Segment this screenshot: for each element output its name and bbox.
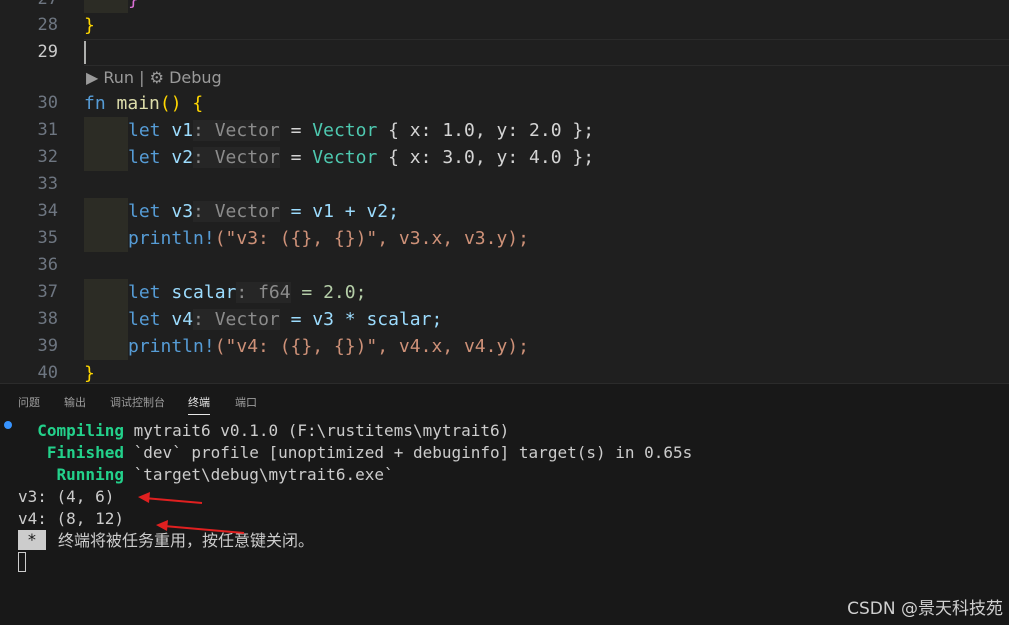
type-hint: : Vector [193, 120, 280, 141]
code-line-30: 30 fn main() { [0, 90, 1009, 117]
code-line-38: 38 let v4: Vector = v3 * scalar; [0, 306, 1009, 333]
line-number: 30 [37, 93, 58, 113]
text-cursor [84, 41, 86, 64]
code-line-33: 33 [0, 171, 1009, 198]
annotation-arrows [138, 492, 245, 534]
brace: } [128, 0, 139, 10]
code-line-39: 39 println!("v4: ({}, {})", v4.x, v4.y); [0, 333, 1009, 360]
code-line-31: 31 let v1: Vector = Vector { x: 1.0, y: … [0, 117, 1009, 144]
run-codelens[interactable]: ▶ Run [86, 68, 134, 87]
line-number: 29 [37, 42, 58, 62]
code-line-32: 32 let v2: Vector = Vector { x: 3.0, y: … [0, 144, 1009, 171]
line-number: 35 [37, 228, 58, 248]
type-hint: : Vector [193, 147, 280, 168]
bottom-panel: 问题 输出 调试控制台 终端 端口 Compiling mytrait6 v0.… [0, 383, 1009, 625]
line-number: 37 [37, 282, 58, 302]
code-line-29[interactable]: 29 [0, 39, 1009, 66]
type-hint: : Vector [193, 201, 280, 222]
line-number: 38 [37, 309, 58, 329]
code-line-35: 35 println!("v3: ({}, {})", v3.x, v3.y); [0, 225, 1009, 252]
line-number: 36 [37, 255, 58, 275]
code-line-40: 40 } [0, 360, 1009, 383]
line-number: 28 [37, 15, 58, 35]
brace: } [84, 15, 95, 36]
line-number: 40 [37, 363, 58, 383]
watermark: CSDN @景天科技苑 [847, 599, 1003, 619]
code-line-36: 36 [0, 252, 1009, 279]
terminal-cursor [18, 552, 26, 572]
type-hint: : f64 [236, 282, 291, 303]
line-number: 33 [37, 174, 58, 194]
line-number: 34 [37, 201, 58, 221]
codelens: ▶ Run | ⚙ Debug [86, 68, 222, 87]
annotation-arrow-v3 [138, 492, 203, 504]
brace: } [84, 363, 95, 383]
line-number: 32 [37, 147, 58, 167]
code-line-28: 28 } [0, 12, 1009, 39]
annotation-arrow-v4 [156, 520, 245, 534]
code-line-34: 34 let v3: Vector = v1 + v2; [0, 198, 1009, 225]
code-editor[interactable]: 27 } 28 } 29 ▶ Run | ⚙ Debug 30 fn main(… [0, 0, 1009, 383]
code-line-37: 37 let scalar: f64 = 2.0; [0, 279, 1009, 306]
type-hint: : Vector [193, 309, 280, 330]
line-number: 39 [37, 336, 58, 356]
debug-codelens[interactable]: ⚙ Debug [150, 68, 222, 87]
line-number: 31 [37, 120, 58, 140]
